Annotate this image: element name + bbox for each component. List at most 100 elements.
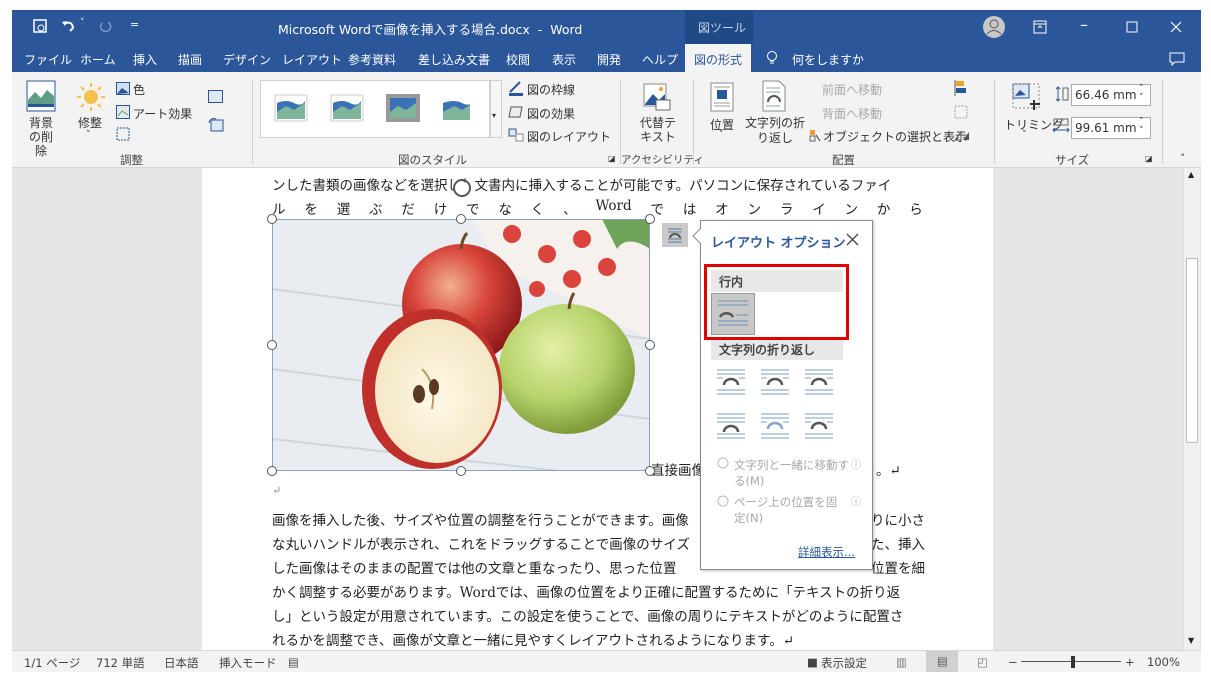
zoom-level[interactable]: 100% [1147, 655, 1180, 669]
gallery-more-icon[interactable]: ▾ [492, 111, 496, 120]
maximize-button[interactable] [1126, 21, 1138, 33]
language[interactable]: 日本語 [164, 655, 199, 671]
text-line-right: 位置を細 [871, 561, 925, 577]
macro-record-icon[interactable]: ▤ [288, 655, 299, 669]
word-count[interactable]: 712 単語 [96, 655, 145, 671]
highlight-box [704, 264, 849, 340]
tab-draw[interactable]: 描画 [178, 51, 202, 68]
wrap-top-and-bottom-option[interactable] [715, 410, 745, 440]
corrections-button[interactable]: 修整 [78, 114, 102, 131]
size-dialog-launcher-icon[interactable]: ◪ [1145, 154, 1153, 163]
picture-effects-button[interactable]: 図の効果 [527, 105, 575, 122]
resize-handle-right[interactable] [645, 340, 655, 350]
text-segment: オ [715, 202, 729, 218]
close-button[interactable] [1170, 21, 1182, 33]
close-icon[interactable] [846, 233, 859, 246]
height-spinner[interactable]: ˄ ˅ [1139, 85, 1144, 103]
bring-forward-button: 前面へ移動 [822, 83, 883, 97]
wrap-in-front-of-text-option[interactable] [803, 410, 833, 440]
comments-icon[interactable] [1169, 52, 1185, 66]
zoom-out-button[interactable]: − [1008, 655, 1018, 669]
wrap-behind-text-option[interactable] [759, 410, 789, 440]
read-mode-icon[interactable]: ▥ [896, 655, 907, 669]
ribbon-display-options-icon[interactable] [1033, 20, 1047, 34]
resize-handle-left[interactable] [267, 340, 277, 350]
tab-home[interactable]: ホーム [80, 51, 116, 68]
layout-options-button[interactable] [662, 223, 688, 247]
scroll-up-button[interactable]: ▲ [1188, 170, 1194, 179]
print-layout-button[interactable]: ▤ [926, 651, 958, 672]
customize-qat-button[interactable]: = [130, 18, 139, 31]
wrap-through-option[interactable] [803, 366, 833, 396]
height-input[interactable]: 66.46 mm ˄ ˅ [1071, 84, 1151, 106]
insert-mode[interactable]: 挿入モード [219, 655, 277, 671]
tab-review[interactable]: 校閲 [506, 51, 530, 68]
picture-border-button[interactable]: 図の枠線 [527, 81, 575, 98]
color-button[interactable]: 色 [133, 81, 145, 98]
gallery-scroll-buttons[interactable] [490, 80, 502, 138]
resize-handle-bottom[interactable] [456, 466, 466, 476]
tab-design[interactable]: デザイン [223, 51, 271, 68]
tab-file[interactable]: ファイル [24, 51, 72, 68]
compress-pictures-icon[interactable] [208, 90, 224, 104]
wrap-square-option[interactable] [715, 366, 745, 396]
display-settings-icon[interactable]: ■ [807, 655, 818, 669]
resize-handle-top[interactable] [456, 214, 466, 224]
rotate-handle-icon[interactable] [451, 177, 473, 199]
zoom-slider-thumb[interactable] [1071, 656, 1075, 668]
vertical-scrollbar[interactable]: ▲ ▼ [1183, 168, 1200, 650]
selection-pane-button[interactable]: オブジェクトの選択と表示 [823, 128, 967, 145]
dialog-launcher-icon[interactable]: ◪ [608, 154, 616, 163]
picture-effects-icon [508, 106, 523, 118]
width-input[interactable]: 99.61 mm ˄ ˅ [1071, 117, 1151, 139]
transparency-icon[interactable] [116, 127, 130, 141]
tab-insert[interactable]: 挿入 [133, 51, 157, 68]
scroll-down-button[interactable]: ▼ [1188, 636, 1194, 645]
account-avatar-icon[interactable] [982, 15, 1006, 39]
scrollbar-thumb[interactable] [1186, 258, 1198, 443]
position-icon [710, 82, 734, 112]
tab-picture-format[interactable]: 図の形式 [685, 44, 752, 72]
text-segment: 、 [563, 202, 577, 218]
corrections-icon [77, 83, 105, 111]
save-icon[interactable] [32, 18, 48, 34]
tell-me-search[interactable]: 何をしますか [792, 51, 864, 68]
text-segment: イ [812, 202, 826, 218]
minimize-button[interactable]: – [1080, 15, 1088, 34]
remove-background-button[interactable]: 背景の削除 [24, 116, 58, 158]
ribbon: 背景の削除 修整 ˅ 色 アート効果 調整 ▾ 図の枠線 図の効果 図のレイアウ… [12, 72, 1201, 168]
resize-handle-top-right[interactable] [645, 214, 655, 224]
wrap-tight-option[interactable] [759, 366, 789, 396]
undo-dropdown-icon[interactable]: ˅ [80, 18, 85, 28]
resize-handle-bottom-left[interactable] [267, 466, 277, 476]
art-effects-button[interactable]: アート効果 [133, 105, 192, 122]
alt-text-button[interactable]: 代替テキスト [638, 116, 678, 144]
align-icon[interactable] [954, 80, 968, 96]
text-line: し」という設定が用意されています。この設定を使うことで、画像の周りにテキストがど… [272, 609, 904, 625]
page-count[interactable]: 1/1 ページ [24, 655, 80, 671]
selection-pane-icon [809, 130, 821, 142]
web-layout-icon[interactable]: ◰ [977, 655, 988, 669]
picture-style-thumbnails[interactable] [274, 94, 470, 124]
wrap-text-button[interactable]: 文字列の折り返し [744, 116, 806, 146]
resize-handle-bottom-right[interactable] [645, 466, 655, 476]
text-segment: く [530, 202, 545, 218]
tab-view[interactable]: 表示 [552, 51, 576, 68]
zoom-in-button[interactable]: + [1125, 655, 1135, 669]
chevron-down-icon: ˅ [1022, 130, 1027, 140]
display-settings-button[interactable]: 表示設定 [821, 655, 867, 671]
collapse-ribbon-button[interactable]: ˄ [1180, 152, 1186, 165]
resize-handle-top-left[interactable] [267, 214, 277, 224]
tab-references[interactable]: 参考資料 [348, 51, 396, 68]
see-more-link[interactable]: 詳細表示... [798, 544, 855, 560]
rotate-icon[interactable] [954, 128, 970, 142]
undo-icon[interactable] [60, 18, 76, 34]
tab-developer[interactable]: 開発 [597, 51, 621, 68]
tab-layout[interactable]: レイアウト [282, 51, 342, 68]
tab-help[interactable]: ヘルプ [642, 51, 678, 68]
picture-tools-label: 図ツール [698, 21, 747, 35]
tab-mailings[interactable]: 差し込み文書 [418, 51, 490, 68]
width-spinner[interactable]: ˄ ˅ [1139, 118, 1144, 136]
reset-picture-icon[interactable] [208, 118, 224, 132]
picture-layout-button[interactable]: 図のレイアウト [527, 128, 611, 145]
